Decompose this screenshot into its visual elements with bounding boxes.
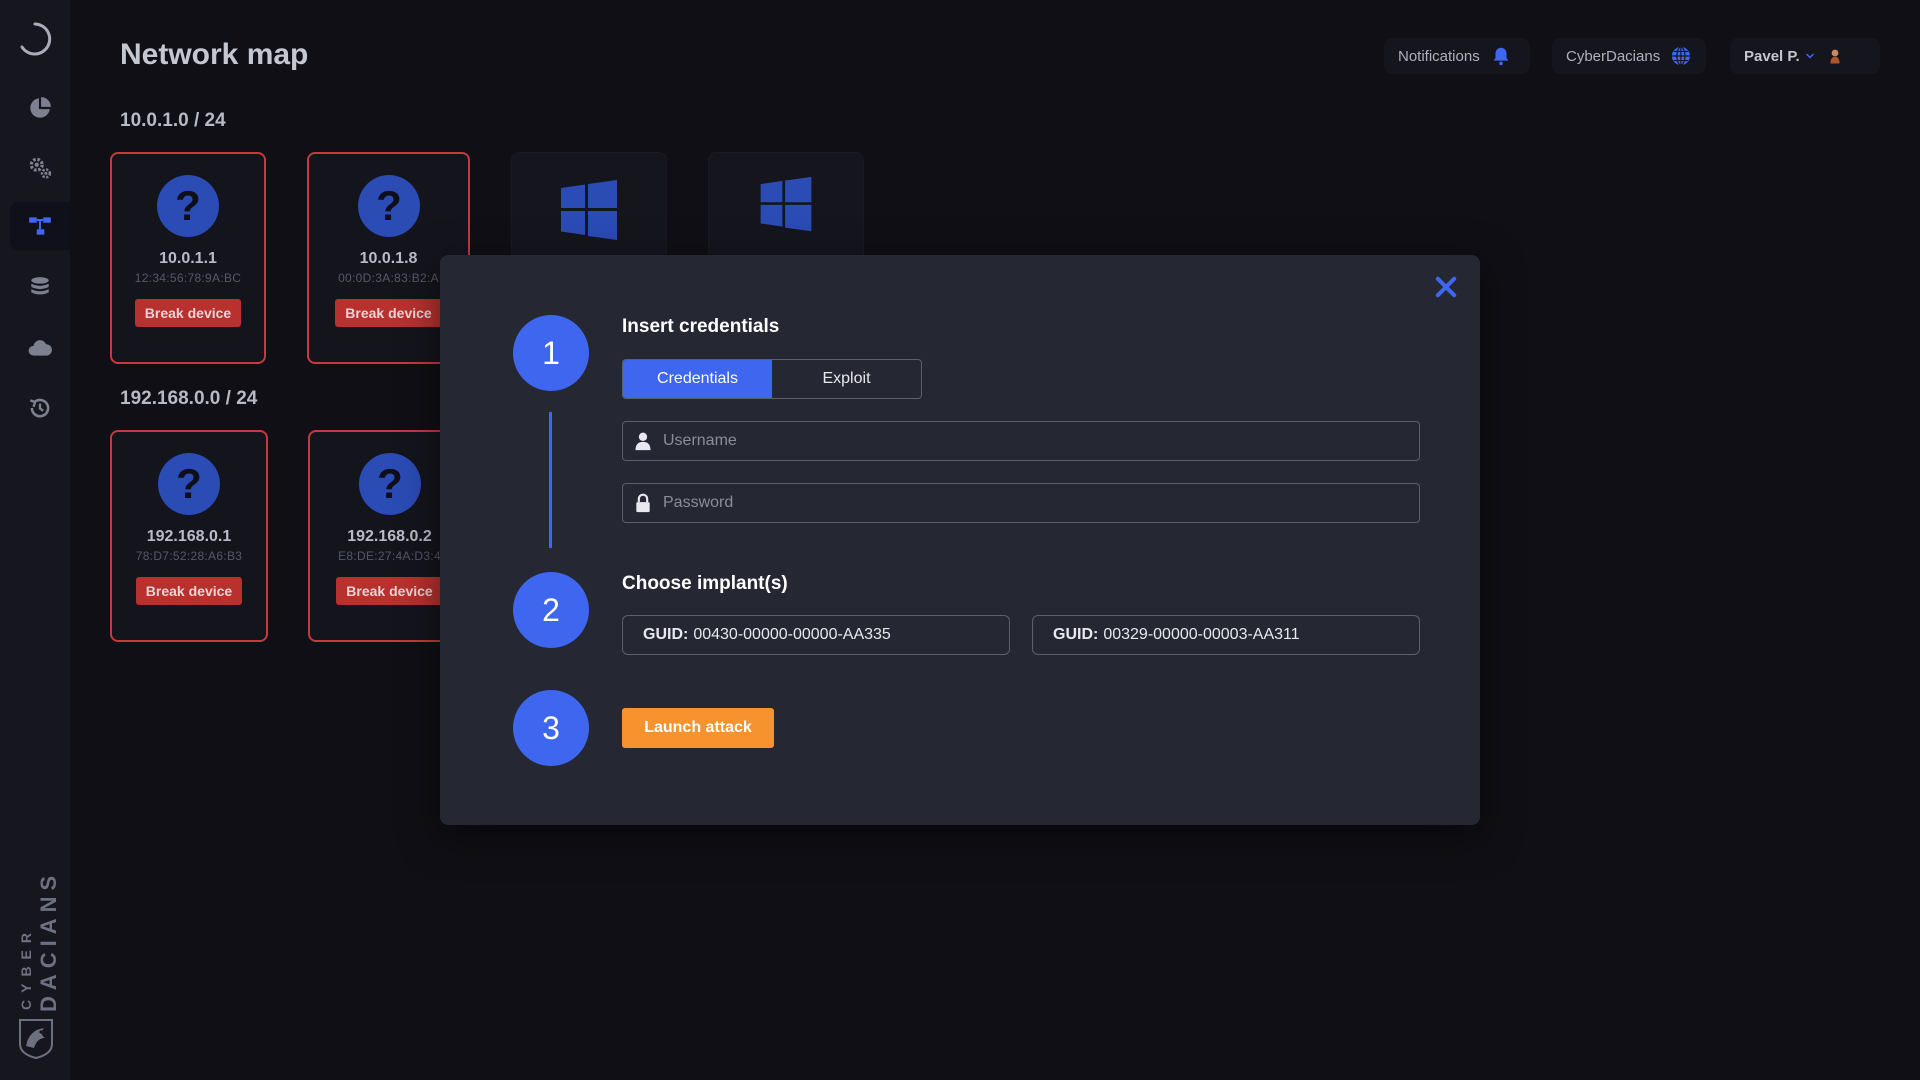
- step-number: 2: [513, 572, 589, 648]
- password-input[interactable]: [663, 484, 1419, 522]
- implant-guid: 00329-00000-00003-AA311: [1103, 626, 1300, 643]
- break-device-button[interactable]: Break device: [134, 299, 242, 327]
- notifications-label: Notifications: [1398, 47, 1480, 65]
- device-mac: 00:0D:3A:83:B2:A: [338, 271, 439, 285]
- tab-credentials[interactable]: Credentials: [623, 360, 772, 398]
- user-name: Pavel P.: [1744, 47, 1800, 65]
- sidebar-item-settings[interactable]: [10, 144, 70, 192]
- question-icon: ?: [157, 175, 219, 237]
- team-button[interactable]: CyberDacians: [1552, 38, 1706, 74]
- launch-attack-button[interactable]: Launch attack: [622, 708, 774, 748]
- step-title: Insert credentials: [622, 316, 780, 337]
- avatar: [1830, 49, 1840, 64]
- device-ip: 192.168.0.1: [146, 528, 232, 545]
- step-connector: [549, 412, 552, 548]
- brand-word-cyber: CYBER: [18, 925, 34, 1010]
- attack-modal: 1 Insert credentials Credentials Exploit…: [440, 255, 1480, 825]
- user-menu-button[interactable]: Pavel P.: [1730, 38, 1880, 74]
- windows-icon: [760, 176, 812, 232]
- bell-icon: [1493, 47, 1509, 66]
- sidebar-item-database[interactable]: [10, 264, 70, 312]
- username-field: [622, 421, 1420, 461]
- implant-key: GUID:: [1053, 626, 1099, 643]
- svg-text:?: ?: [175, 182, 201, 229]
- cloud-icon: [28, 340, 52, 356]
- user-icon: [635, 432, 651, 451]
- break-device-button[interactable]: Break device: [335, 299, 442, 327]
- tab-exploit[interactable]: Exploit: [772, 360, 921, 398]
- sidebar-item-dashboard[interactable]: [10, 84, 70, 132]
- step-title: Choose implant(s): [622, 573, 788, 594]
- windows-icon: [561, 180, 617, 240]
- device-ip: 192.168.0.2: [347, 528, 432, 545]
- device-card[interactable]: ? 10.0.1.1 12:34:56:78:9A:BC Break devic…: [110, 152, 266, 364]
- sidebar-item-cloud[interactable]: [10, 324, 70, 372]
- brand-wordmark: CYBER DACIANS: [16, 870, 61, 1020]
- sidebar: CYBER DACIANS: [0, 0, 70, 1080]
- database-icon: [31, 277, 49, 295]
- step-number: 3: [513, 690, 589, 766]
- break-device-button[interactable]: Break device: [135, 577, 243, 605]
- question-icon: ?: [158, 453, 220, 515]
- svg-text:?: ?: [376, 182, 402, 229]
- subnet-label: 192.168.0.0 / 24: [120, 388, 258, 409]
- close-icon[interactable]: [1432, 273, 1460, 301]
- pie-chart-icon: [30, 97, 51, 118]
- implant-guid: 00430-00000-00000-AA335: [693, 626, 891, 643]
- svg-text:?: ?: [377, 460, 403, 507]
- svg-text:?: ?: [176, 460, 202, 507]
- brand-word-dacians: DACIANS: [36, 869, 61, 1012]
- gears-icon: [29, 157, 52, 179]
- notifications-button[interactable]: Notifications: [1384, 38, 1530, 74]
- question-icon: ?: [358, 453, 421, 515]
- subnet-label: 10.0.1.0 / 24: [120, 110, 226, 131]
- team-label: CyberDacians: [1566, 47, 1661, 65]
- implant-option[interactable]: GUID: 00329-00000-00003-AA311: [1032, 615, 1420, 655]
- device-ip: 10.0.1.1: [159, 250, 217, 267]
- device-ip: 10.0.1.8: [359, 250, 418, 267]
- implant-option[interactable]: GUID: 00430-00000-00000-AA335: [622, 615, 1010, 655]
- sidebar-item-network-map[interactable]: [10, 202, 70, 250]
- globe-icon: [1672, 46, 1691, 66]
- brand-emblem-icon: [19, 1019, 53, 1060]
- credential-tabs: Credentials Exploit: [622, 359, 922, 399]
- app-logo-icon[interactable]: [17, 21, 53, 57]
- network-map-icon: [29, 217, 51, 235]
- implant-key: GUID:: [643, 626, 689, 643]
- chevron-down-icon: [1805, 53, 1814, 59]
- lock-icon: [636, 493, 650, 513]
- break-device-button[interactable]: Break device: [336, 577, 443, 605]
- username-input[interactable]: [663, 422, 1419, 460]
- device-mac: E8:DE:27:4A:D3:4: [338, 549, 441, 563]
- device-mac: 12:34:56:78:9A:BC: [134, 271, 242, 285]
- question-icon: ?: [357, 175, 420, 237]
- device-mac: 78:D7:52:28:A6:B3: [135, 549, 243, 563]
- history-icon: [29, 398, 50, 418]
- password-field: [622, 483, 1420, 523]
- device-card[interactable]: ? 192.168.0.1 78:D7:52:28:A6:B3 Break de…: [110, 430, 268, 642]
- step-number: 1: [513, 315, 589, 391]
- sidebar-item-history[interactable]: [10, 384, 70, 432]
- page-title: Network map: [120, 38, 309, 71]
